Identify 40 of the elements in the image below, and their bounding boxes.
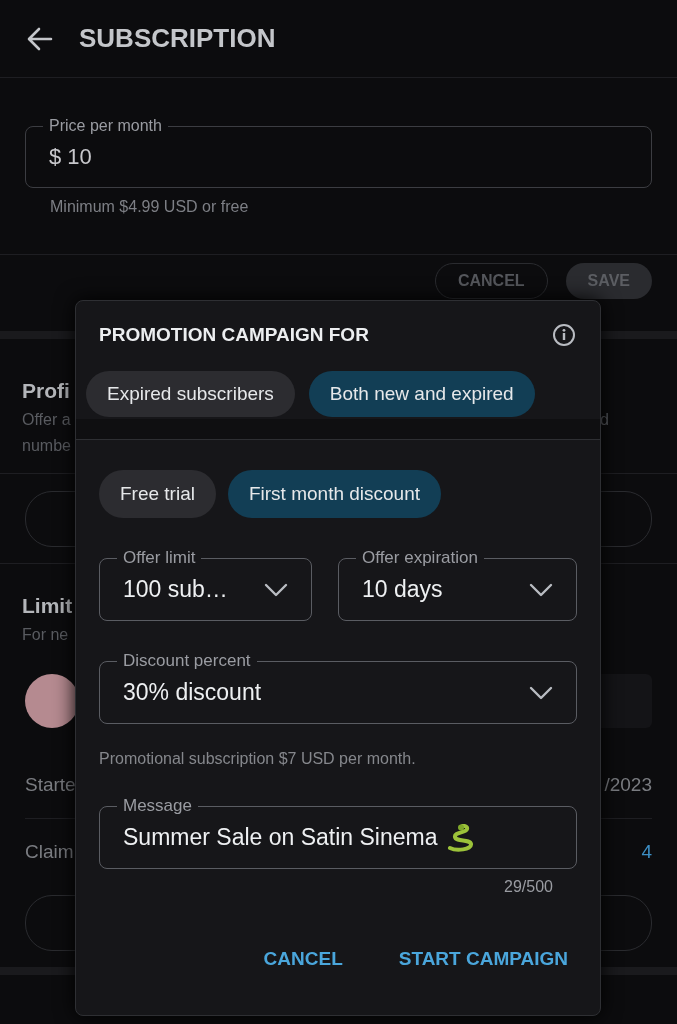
chevron-down-icon — [529, 685, 553, 700]
dropdown-field[interactable]: Offer expiration 10 days — [338, 548, 577, 621]
row-value: 4 — [641, 841, 652, 863]
dropdown-field[interactable]: Discount percent 30% discount — [99, 651, 577, 724]
description-text: For ne — [22, 626, 69, 644]
description-text: Offer a — [22, 411, 71, 429]
row-label: Claim — [25, 841, 74, 863]
field-label: Offer expiration — [356, 548, 484, 568]
field-value: 10 days — [362, 576, 443, 603]
section-title: Profi — [22, 379, 70, 403]
character-counter: 29/500 — [503, 878, 553, 896]
helper-text: Minimum $4.99 USD or free — [50, 198, 250, 216]
message-field[interactable]: Message Summer Sale on Satin Sinema — [99, 796, 577, 869]
field-value: 100 sub… — [123, 576, 228, 603]
field-value: $ 10 — [49, 144, 92, 170]
cancel-button[interactable]: CANCEL — [263, 948, 343, 970]
field-label: Discount percent — [117, 651, 257, 671]
back-arrow-icon[interactable] — [27, 26, 53, 51]
description-text: numbe — [22, 437, 71, 455]
price-field[interactable]: Price per month $ 10 — [25, 116, 652, 188]
row-label: Starte — [25, 774, 76, 796]
dropdown-field[interactable]: Offer limit 100 sub… — [99, 548, 312, 621]
chevron-down-icon — [264, 582, 288, 597]
summary-text: Promotional subscription $7 USD per month. — [99, 750, 417, 768]
audience-chip[interactable]: Both new and expired — [308, 371, 535, 417]
offer-type-chip[interactable]: Free trial — [99, 470, 216, 518]
field-label: Message — [117, 796, 198, 816]
chevron-down-icon — [529, 582, 553, 597]
offer-type-chip[interactable]: First month discount — [227, 470, 442, 518]
field-value: 30% discount — [123, 679, 262, 706]
audience-chip[interactable]: Expired subscribers — [86, 371, 295, 417]
field-value: Summer Sale on Satin Sinema — [123, 824, 438, 851]
row-value: /2023 — [604, 774, 652, 796]
field-label: Price per month — [43, 116, 168, 136]
start-campaign-button[interactable]: START CAMPAIGN — [398, 948, 568, 970]
section-title: Limit — [22, 594, 73, 618]
info-icon[interactable] — [552, 323, 576, 347]
dialog-title: PROMOTION CAMPAIGN FOR — [99, 324, 369, 346]
snake-icon — [445, 823, 476, 852]
page-title: SUBSCRIPTION — [79, 23, 276, 54]
